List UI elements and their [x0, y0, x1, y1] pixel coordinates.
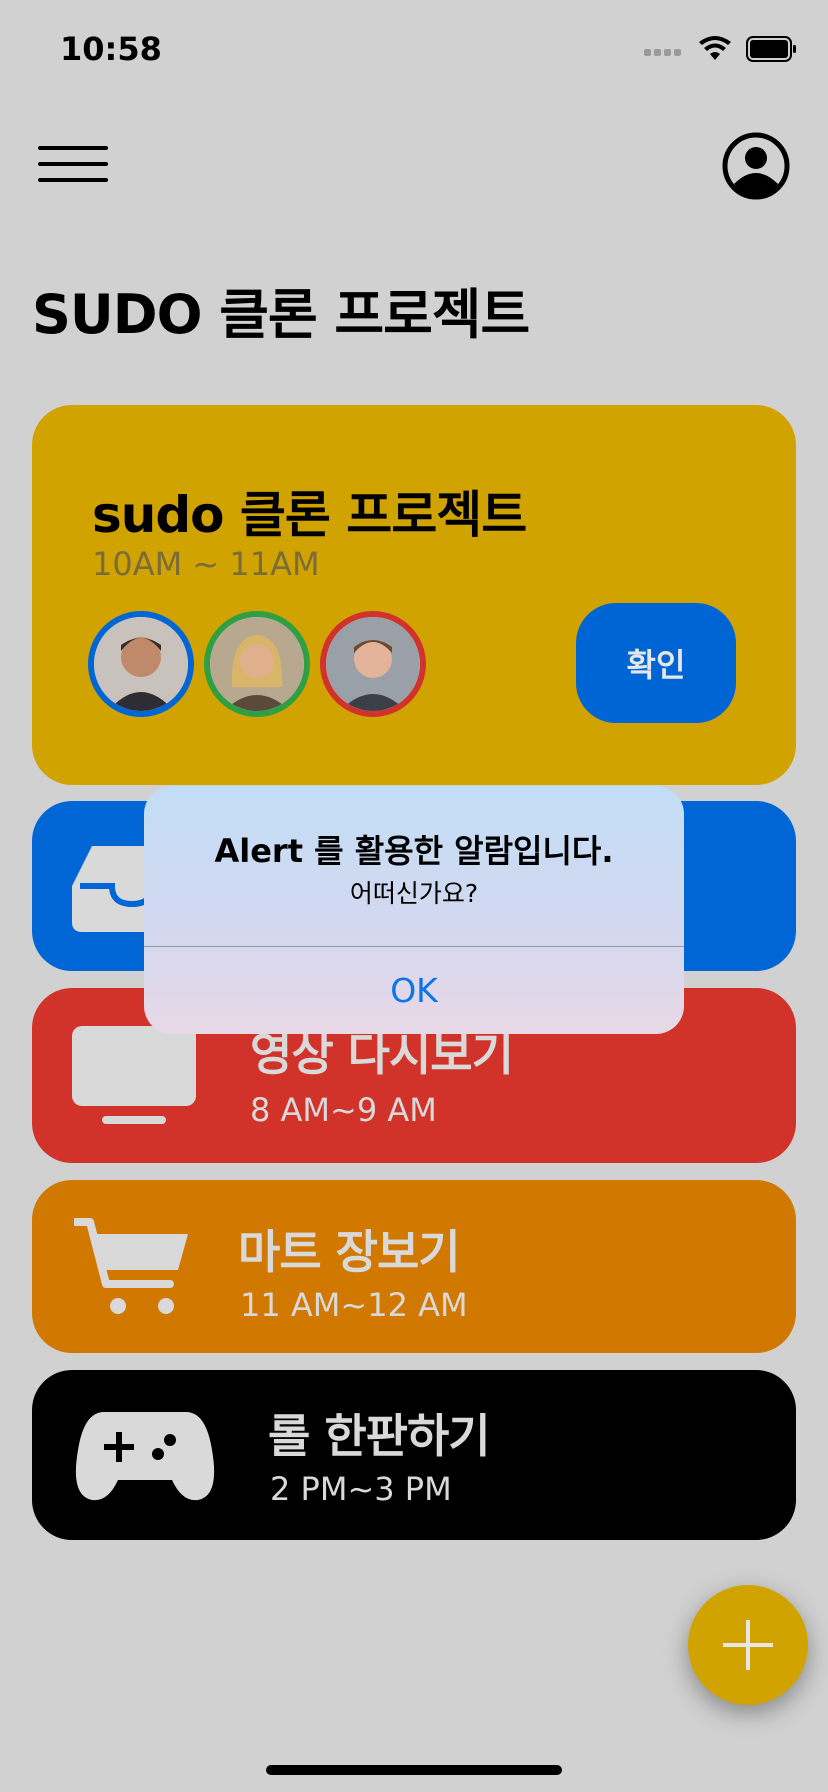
- card-title: 마트 장보기: [238, 1225, 461, 1279]
- participant-avatars: [88, 611, 426, 717]
- status-time: 10:58: [60, 30, 162, 68]
- main-schedule-card[interactable]: sudo 클론 프로젝트 10AM ~ 11AM 확인: [32, 405, 796, 785]
- avatar: [204, 611, 310, 717]
- menu-icon[interactable]: [38, 146, 108, 186]
- gamecontroller-icon: [75, 1412, 215, 1501]
- avatar: [320, 611, 426, 717]
- alert-title: Alert 를 활용한 알람입니다.: [214, 832, 614, 870]
- avatar: [88, 611, 194, 717]
- confirm-button[interactable]: 확인: [576, 603, 736, 723]
- card-time: 11 AM~12 AM: [240, 1286, 468, 1324]
- profile-icon[interactable]: [722, 132, 790, 200]
- card-title: 롤 한판하기: [268, 1409, 491, 1463]
- page-title: SUDO 클론 프로젝트: [32, 283, 530, 346]
- signal-icon: [644, 49, 681, 56]
- schedule-card[interactable]: 마트 장보기 11 AM~12 AM: [32, 1180, 796, 1353]
- status-icons: [644, 36, 798, 62]
- battery-icon: [746, 36, 796, 62]
- cart-icon: [74, 1218, 188, 1314]
- schedule-card[interactable]: 롤 한판하기 2 PM~3 PM: [32, 1370, 796, 1540]
- main-card-title: sudo 클론 프로젝트: [92, 486, 527, 544]
- add-button[interactable]: [688, 1585, 808, 1705]
- plus-icon: [723, 1620, 773, 1670]
- wifi-icon: [699, 36, 731, 60]
- main-card-time: 10AM ~ 11AM: [92, 545, 320, 583]
- home-indicator: [266, 1765, 562, 1775]
- card-time: 2 PM~3 PM: [270, 1470, 452, 1508]
- nav-bar: [0, 130, 828, 210]
- card-time: 8 AM~9 AM: [250, 1091, 437, 1129]
- alert-ok-button[interactable]: OK: [144, 947, 684, 1034]
- tv-icon: [72, 1026, 196, 1124]
- alert-message: 어떠신가요?: [349, 879, 479, 908]
- status-bar: 10:58: [0, 0, 828, 100]
- alert-dialog: Alert 를 활용한 알람입니다. 어떠신가요? OK: [144, 786, 684, 1034]
